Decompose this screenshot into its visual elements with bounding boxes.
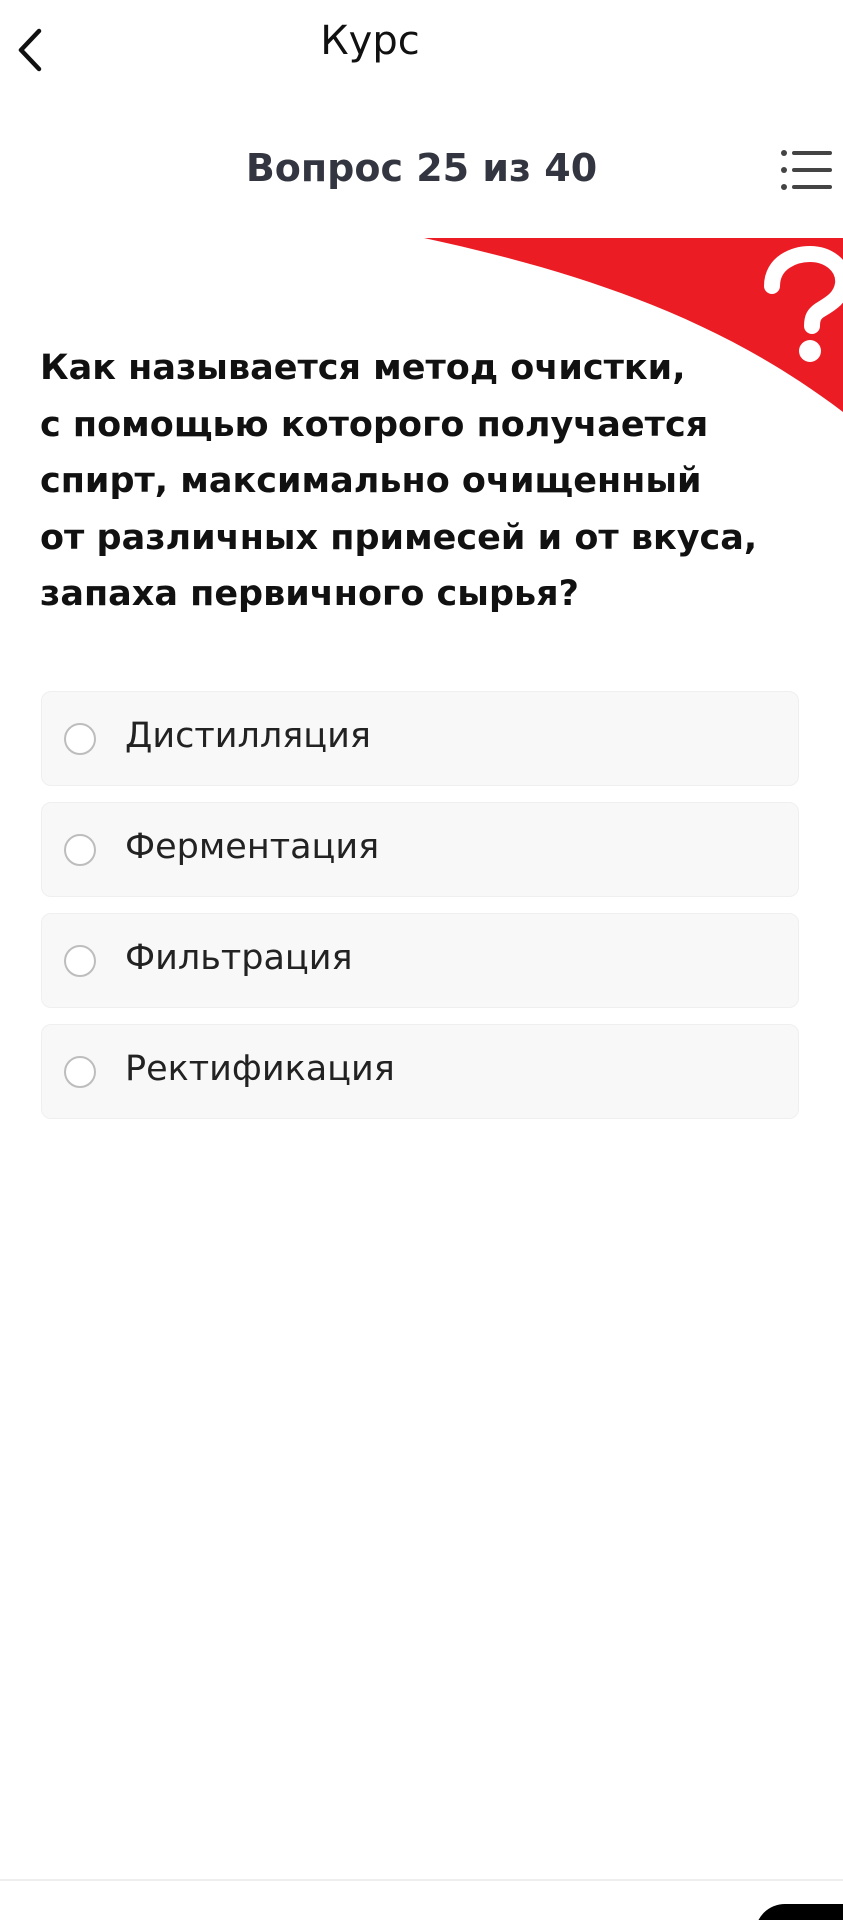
top-bar: Курс [0,0,843,100]
quiz-screen: Курс Вопрос 25 из 40 Как называется мето… [0,0,843,1920]
answer-list: Дистилляция Ферментация Фильтрация Ректи… [41,691,801,1135]
radio-button[interactable] [64,723,96,755]
question-line: от различных примесей и от вкуса, [40,517,758,558]
next-button[interactable] [755,1904,843,1920]
radio-button[interactable] [64,945,96,977]
questions-menu-button[interactable] [779,146,835,194]
answer-option[interactable]: Ферментация [41,802,799,897]
question-line: запаха первичного сырья? [40,574,579,614]
footer-divider [0,1879,843,1881]
question-line: Как называется метод очистки, [40,348,686,388]
answer-label: Фильтрация [125,938,353,978]
question-text: Как называется метод очистки, с помощью … [40,340,760,623]
answer-option[interactable]: Ректификация [41,1024,799,1119]
answer-label: Ферментация [125,827,380,867]
list-menu-icon [781,150,832,190]
answer-label: Ректификация [125,1049,395,1089]
question-line: спирт, максимально очищенный [40,461,702,501]
radio-button[interactable] [64,834,96,866]
answer-option[interactable]: Фильтрация [41,913,799,1008]
answer-option[interactable]: Дистилляция [41,691,799,786]
question-line: с помощью которого получается [40,404,709,445]
question-counter: Вопрос 25 из 40 [245,146,598,190]
radio-button[interactable] [64,1056,96,1088]
answer-label: Дистилляция [125,716,371,756]
app-title: Курс [320,18,420,64]
question-header: Вопрос 25 из 40 [0,138,843,198]
